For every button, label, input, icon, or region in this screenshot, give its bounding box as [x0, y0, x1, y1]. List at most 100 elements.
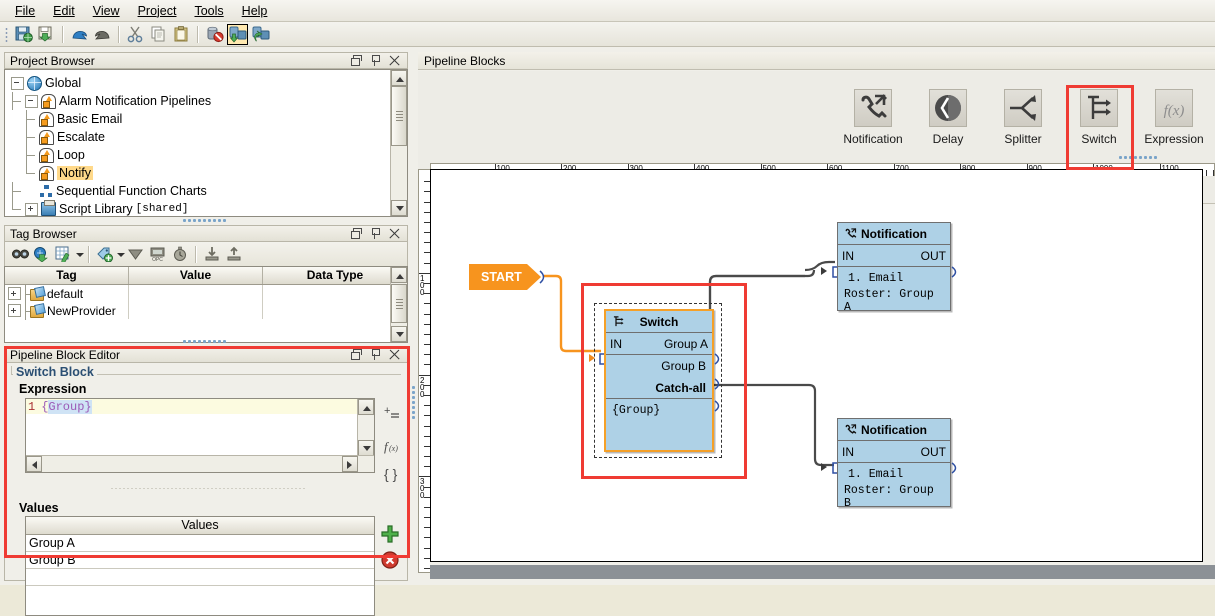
- cut-icon[interactable]: [125, 24, 146, 45]
- menu-help[interactable]: Help: [233, 2, 277, 20]
- remove-value-button[interactable]: [379, 549, 401, 571]
- memory-tag-icon[interactable]: [125, 244, 147, 264]
- dropdown-caret-icon[interactable]: [75, 245, 84, 263]
- palette-item-delay[interactable]: Delay: [917, 89, 979, 146]
- restore-icon[interactable]: [351, 349, 362, 360]
- new-tag-icon[interactable]: [94, 244, 116, 264]
- values-column-header[interactable]: Values: [26, 517, 374, 535]
- close-icon[interactable]: [389, 228, 400, 239]
- expander-icon[interactable]: [8, 304, 21, 317]
- column-header-data-type[interactable]: Data Type: [263, 267, 407, 284]
- expression-hscrollbar[interactable]: [26, 455, 374, 472]
- project-browser-tree[interactable]: Global Alarm Notification Pipelines Basi…: [4, 69, 408, 217]
- palette-item-splitter[interactable]: Splitter: [992, 89, 1054, 146]
- table-row[interactable]: default: [5, 285, 407, 302]
- notification-2-input-port[interactable]: [828, 461, 840, 476]
- insert-property-button[interactable]: +: [381, 403, 403, 425]
- restore-icon[interactable]: [351, 55, 362, 66]
- column-header-value[interactable]: Value: [129, 267, 263, 284]
- notification-2-output-port[interactable]: [951, 461, 963, 476]
- expression-editor[interactable]: 1 {Group}: [25, 398, 375, 473]
- menu-file[interactable]: File: [6, 2, 44, 20]
- scroll-up-icon[interactable]: [391, 267, 407, 283]
- pin-icon[interactable]: [370, 55, 381, 66]
- pin-icon[interactable]: [370, 349, 381, 360]
- notification-1-input-port[interactable]: [828, 265, 840, 280]
- notification-1-output-port[interactable]: [951, 265, 963, 280]
- splitter-handle[interactable]: [182, 339, 228, 344]
- expression-line[interactable]: 1 {Group}: [26, 399, 374, 414]
- palette-item-notification[interactable]: Notification: [842, 89, 904, 146]
- expander-icon[interactable]: [8, 287, 21, 300]
- values-row[interactable]: Group A: [26, 535, 374, 552]
- tree-item-global[interactable]: Global: [11, 74, 407, 92]
- notification-block-1-header: Notification: [838, 223, 950, 245]
- scroll-down-icon[interactable]: [391, 200, 407, 216]
- import-tags-icon[interactable]: [201, 244, 223, 264]
- expression-tag-icon[interactable]: [169, 244, 191, 264]
- tree-item-sequential-function-charts[interactable]: Sequential Function Charts: [11, 182, 407, 200]
- start-output-port[interactable]: [539, 270, 551, 284]
- comm-off-icon[interactable]: [204, 24, 225, 45]
- redo-icon[interactable]: [92, 24, 113, 45]
- palette-item-expression[interactable]: f(x) Expression: [1143, 89, 1205, 146]
- column-header-tag[interactable]: Tag: [5, 267, 129, 284]
- pipeline-canvas[interactable]: START Switch IN Group A: [430, 169, 1203, 562]
- splitter-handle[interactable]: [182, 218, 228, 223]
- menu-tools[interactable]: Tools: [185, 2, 232, 20]
- menu-view[interactable]: View: [84, 2, 129, 20]
- scroll-down-icon[interactable]: [391, 326, 407, 342]
- find-tag-icon[interactable]: [9, 244, 31, 264]
- tree-item-alarm-notification-pipelines[interactable]: Alarm Notification Pipelines: [11, 92, 407, 110]
- values-row-empty[interactable]: [26, 569, 374, 586]
- restore-icon[interactable]: [351, 228, 362, 239]
- values-row[interactable]: Group B: [26, 552, 374, 569]
- comm-read-icon[interactable]: [227, 24, 248, 45]
- tree-item-loop[interactable]: Loop: [11, 146, 407, 164]
- menu-edit[interactable]: Edit: [44, 2, 84, 20]
- scroll-right-icon[interactable]: [342, 456, 358, 472]
- scrollbar-thumb[interactable]: [391, 86, 407, 146]
- toolbar-grip[interactable]: [3, 26, 10, 43]
- tree-item-basic-email[interactable]: Basic Email: [11, 110, 407, 128]
- copy-icon[interactable]: [148, 24, 169, 45]
- close-icon[interactable]: [389, 55, 400, 66]
- undo-icon[interactable]: [69, 24, 90, 45]
- notification-block-1[interactable]: Notification IN OUT 1. Email Roster: Gro…: [837, 222, 951, 311]
- tree-item-notify[interactable]: Notify: [11, 164, 407, 182]
- tag-browser-scrollbar[interactable]: [390, 267, 407, 342]
- paste-icon[interactable]: [171, 24, 192, 45]
- notification-block-2[interactable]: Notification IN OUT 1. Email Roster: Gro…: [837, 418, 951, 507]
- expression-vscrollbar[interactable]: [357, 399, 374, 456]
- tag-browser-table[interactable]: Tag Value Data Type default: [4, 266, 408, 343]
- scroll-left-icon[interactable]: [26, 456, 42, 472]
- scroll-up-icon[interactable]: [391, 70, 407, 86]
- values-table[interactable]: Values Group A Group B: [25, 516, 375, 616]
- table-row[interactable]: NewProvider: [5, 302, 407, 319]
- expander-icon[interactable]: [11, 77, 24, 90]
- tree-item-script-library[interactable]: Script Library [shared]: [11, 200, 407, 217]
- splitter-handle-vertical[interactable]: [411, 385, 416, 419]
- insert-braces-button[interactable]: { }: [381, 463, 403, 485]
- close-icon[interactable]: [389, 349, 400, 360]
- scrollbar-thumb[interactable]: [391, 284, 407, 323]
- tree-item-escalate[interactable]: Escalate: [11, 128, 407, 146]
- canvas-bottom-bar[interactable]: [430, 565, 1215, 579]
- opc-tag-icon[interactable]: OPC: [147, 244, 169, 264]
- publish-icon[interactable]: [36, 24, 57, 45]
- scroll-down-icon[interactable]: [358, 440, 374, 456]
- expander-icon[interactable]: [25, 95, 38, 108]
- dropdown-caret-icon[interactable]: [116, 245, 125, 263]
- comm-readwrite-icon[interactable]: [250, 24, 271, 45]
- insert-function-button[interactable]: f (x): [381, 435, 403, 457]
- save-icon[interactable]: [13, 24, 34, 45]
- menu-project[interactable]: Project: [129, 2, 186, 20]
- pin-icon[interactable]: [370, 228, 381, 239]
- scroll-up-icon[interactable]: [358, 399, 374, 415]
- tag-editor-icon[interactable]: [53, 244, 75, 264]
- export-tags-icon[interactable]: [223, 244, 245, 264]
- refresh-browse-icon[interactable]: [31, 244, 53, 264]
- project-browser-scrollbar[interactable]: [390, 70, 407, 216]
- expander-icon[interactable]: [25, 203, 38, 216]
- add-value-button[interactable]: [379, 523, 401, 545]
